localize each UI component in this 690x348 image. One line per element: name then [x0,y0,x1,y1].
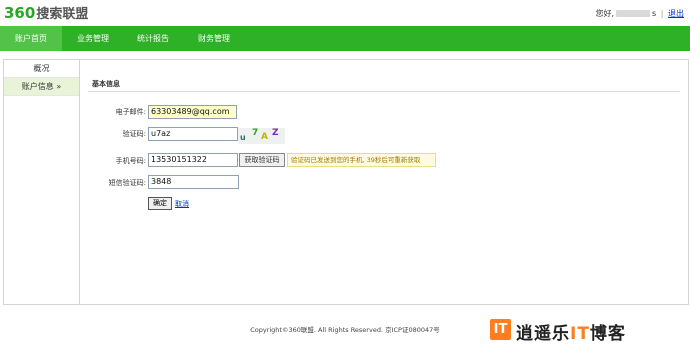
greeting-text: 您好, [595,9,615,18]
separator: | [660,9,664,18]
captcha-image[interactable]: u 7 A Z [238,128,285,144]
captcha-char: Z [272,128,279,138]
email-field[interactable] [148,105,237,119]
sidebar-item-overview[interactable]: 概况 [4,60,79,78]
watermark-text-a: 逍遥乐 [516,324,570,344]
captcha-char: u [240,133,246,142]
captcha-char: 7 [252,128,259,138]
main-nav: 账户首页 业务管理 统计报告 财务管理 [0,26,690,51]
logout-link[interactable]: 退出 [668,9,684,18]
phone-field[interactable] [148,153,238,167]
top-bar: 360搜索联盟 您好, s | 退出 [0,0,690,26]
section-divider [88,91,680,92]
logo-number: 360 [4,4,36,22]
nav-tab-account-home[interactable]: 账户首页 [0,26,62,51]
email-label: 电子邮件: [115,108,146,116]
user-bar: 您好, s | 退出 [595,8,684,19]
code-sent-tip: 验证码已发送到您的手机, 39秒后可重新获取 [287,153,436,167]
cancel-link[interactable]: 取消 [175,199,189,209]
username-suffix: s [652,9,657,18]
masked-username [616,10,651,17]
nav-tab-finance[interactable]: 财务管理 [183,26,245,51]
watermark-logo-icon: IT [490,319,511,340]
sidebar-item-account-info[interactable]: 账户信息 » [4,78,79,96]
content-panel: 基本信息 电子邮件: 验证码: u 7 A Z 手机号码: 获取验证码 验证码已… [79,59,689,305]
captcha-input[interactable] [148,127,238,141]
watermark: IT 逍遥乐IT博客 [490,317,690,347]
get-code-button[interactable]: 获取验证码 [239,153,285,167]
phone-label: 手机号码: [115,157,146,165]
confirm-button[interactable]: 确定 [148,197,172,210]
watermark-text: 逍遥乐IT博客 [516,319,626,344]
watermark-text-b: IT [570,324,590,344]
logo-text: 搜索联盟 [36,7,89,22]
section-title: 基本信息 [92,80,120,88]
captcha-label: 验证码: [122,130,146,138]
nav-tab-statistics[interactable]: 统计报告 [122,26,184,51]
sms-code-label: 短信验证码: [108,179,146,187]
captcha-char: A [261,132,268,142]
nav-tab-business[interactable]: 业务管理 [62,26,124,51]
logo[interactable]: 360搜索联盟 [4,3,88,22]
sms-code-input[interactable] [148,175,239,189]
watermark-text-c: 博客 [589,324,626,344]
sidebar: 概况 账户信息 » [3,59,79,305]
